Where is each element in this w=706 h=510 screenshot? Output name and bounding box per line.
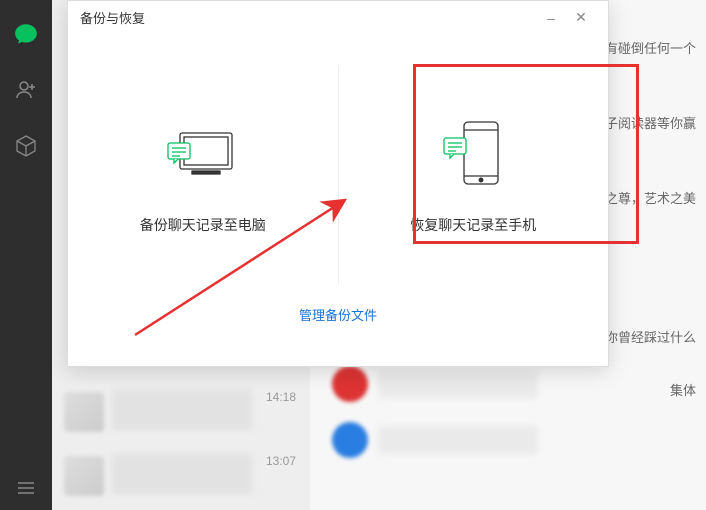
message-text: 集体 xyxy=(670,370,706,399)
menu-icon[interactable] xyxy=(0,480,52,496)
dialog-title: 备份与恢复 xyxy=(80,8,536,27)
manage-backups-link[interactable]: 管理备份文件 xyxy=(299,308,377,323)
chat-time: 14:18 xyxy=(266,390,296,404)
avatar xyxy=(64,392,104,432)
message-bubble xyxy=(378,426,538,454)
left-rail xyxy=(0,0,52,510)
close-button[interactable]: ✕ xyxy=(566,9,596,26)
message-bubble xyxy=(378,370,538,398)
contacts-icon[interactable] xyxy=(12,76,40,104)
phone-icon xyxy=(433,115,513,195)
chat-preview xyxy=(112,390,252,430)
avatar xyxy=(64,456,104,496)
dialog-header: 备份与恢复 – ✕ xyxy=(68,1,608,35)
message-row xyxy=(332,422,706,458)
avatar xyxy=(332,422,368,458)
chat-preview xyxy=(112,454,252,494)
chat-time: 13:07 xyxy=(266,454,296,468)
chat-icon[interactable] xyxy=(12,20,40,48)
restore-to-phone-option[interactable]: 恢复聊天记录至手机 xyxy=(338,65,609,285)
minimize-button[interactable]: – xyxy=(536,10,566,26)
option-label: 备份聊天记录至电脑 xyxy=(140,215,266,235)
dialog-body: 备份聊天记录至电脑 恢复聊天记录至手机 xyxy=(68,35,608,285)
list-item[interactable]: 13:07 xyxy=(52,444,310,508)
cube-icon[interactable] xyxy=(12,132,40,160)
avatar xyxy=(332,366,368,402)
list-item[interactable]: 14:18 xyxy=(52,380,310,444)
dialog-footer: 管理备份文件 xyxy=(68,285,608,345)
option-label: 恢复聊天记录至手机 xyxy=(410,215,536,235)
backup-restore-dialog: 备份与恢复 – ✕ 备份聊天记录至电脑 xyxy=(67,0,609,367)
message-row: 集体 xyxy=(332,366,706,402)
backup-to-computer-option[interactable]: 备份聊天记录至电脑 xyxy=(68,65,338,285)
computer-icon xyxy=(163,115,243,195)
